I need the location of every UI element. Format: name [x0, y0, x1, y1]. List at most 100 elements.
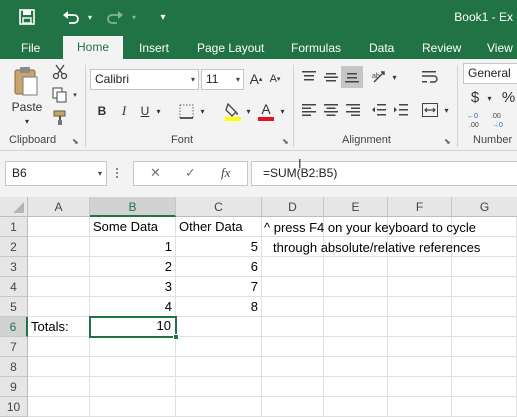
percent-button[interactable]: %	[500, 87, 517, 107]
grid-cell[interactable]	[452, 397, 517, 417]
grid-cell[interactable]	[28, 277, 90, 297]
grid-cell[interactable]	[388, 317, 452, 337]
underline-button[interactable]: U	[137, 102, 153, 120]
row-header-7[interactable]: 7	[0, 337, 28, 357]
grid-cell[interactable]	[324, 337, 388, 357]
column-header-a[interactable]: A	[28, 197, 90, 217]
customize-toolbar-icon[interactable]: ▾	[156, 7, 170, 27]
grow-font-button[interactable]: A ▴	[248, 69, 264, 89]
font-name-combo[interactable]: Calibri ▾	[90, 69, 199, 90]
grid-cell[interactable]	[176, 317, 262, 337]
tab-file[interactable]: File	[21, 38, 40, 59]
merge-center-dropdown-icon[interactable]: ▾	[442, 103, 451, 117]
tab-data[interactable]: Data	[369, 38, 394, 59]
increase-indent-icon[interactable]	[391, 101, 411, 119]
undo-icon[interactable]	[60, 7, 82, 27]
currency-button[interactable]: $	[467, 87, 483, 107]
cell-a6[interactable]: Totals:	[28, 317, 90, 337]
undo-dropdown-icon[interactable]: ▾	[84, 7, 96, 27]
cell-c4[interactable]: 7	[176, 277, 262, 297]
redo-dropdown-icon[interactable]: ▾	[128, 7, 140, 27]
grid-cell[interactable]	[262, 317, 324, 337]
grid-cell[interactable]	[28, 237, 90, 257]
tab-review[interactable]: Review	[422, 38, 461, 59]
copy-dropdown-icon[interactable]: ▾	[71, 89, 79, 101]
grid-cell[interactable]	[452, 257, 517, 277]
fill-handle[interactable]	[173, 334, 179, 340]
cell-b2[interactable]: 1	[90, 237, 176, 257]
column-header-g[interactable]: G	[452, 197, 517, 217]
underline-dropdown-icon[interactable]: ▾	[154, 103, 163, 119]
grid-cell[interactable]	[262, 257, 324, 277]
grid-cell[interactable]	[262, 357, 324, 377]
middle-align-icon[interactable]	[321, 68, 341, 86]
grid-cell[interactable]	[28, 217, 90, 237]
grid-cell[interactable]	[28, 297, 90, 317]
alignment-launcher-icon[interactable]: ⬊	[444, 137, 451, 146]
grid-cell[interactable]	[324, 277, 388, 297]
grid-cell[interactable]	[388, 257, 452, 277]
column-header-f[interactable]: F	[388, 197, 452, 217]
insert-function-icon[interactable]: fx	[221, 165, 230, 181]
font-color-button[interactable]: A	[256, 99, 276, 123]
grid-cell[interactable]	[262, 297, 324, 317]
grid-cell[interactable]	[452, 357, 517, 377]
row-header-4[interactable]: 4	[0, 277, 28, 297]
grid-cell[interactable]	[452, 277, 517, 297]
grid-cell[interactable]	[324, 257, 388, 277]
grid-cell[interactable]	[324, 357, 388, 377]
grid-cell[interactable]	[90, 377, 176, 397]
grid-cell[interactable]	[28, 357, 90, 377]
font-color-dropdown-icon[interactable]: ▾	[278, 103, 287, 119]
paste-button[interactable]: Paste	[9, 100, 45, 114]
column-header-e[interactable]: E	[324, 197, 388, 217]
paste-dropdown-icon[interactable]: ▾	[18, 116, 36, 126]
row-header-10[interactable]: 10	[0, 397, 28, 417]
grid-cell[interactable]	[452, 377, 517, 397]
tab-view[interactable]: View	[487, 38, 513, 59]
decrease-decimal-icon[interactable]: .00 →0	[489, 110, 509, 130]
cell-c5[interactable]: 8	[176, 297, 262, 317]
grid-cell[interactable]	[28, 397, 90, 417]
grid-cell[interactable]	[262, 277, 324, 297]
row-header-1[interactable]: 1	[0, 217, 28, 237]
grid-cell[interactable]	[90, 357, 176, 377]
grid-cell[interactable]	[452, 317, 517, 337]
bottom-align-icon[interactable]	[341, 66, 363, 88]
resize-handle-icon[interactable]	[116, 166, 119, 182]
grid-cell[interactable]	[90, 397, 176, 417]
fill-color-dropdown-icon[interactable]: ▾	[244, 103, 253, 119]
grid-cell[interactable]	[28, 377, 90, 397]
cell-b1[interactable]: Some Data	[90, 217, 176, 237]
cell-b3[interactable]: 2	[90, 257, 176, 277]
tab-insert[interactable]: Insert	[139, 38, 169, 59]
tab-page-layout[interactable]: Page Layout	[197, 38, 264, 59]
formula-input[interactable]: =SUM(B2:B5)	[251, 161, 517, 186]
grid-cell[interactable]	[176, 357, 262, 377]
borders-icon[interactable]	[176, 101, 196, 121]
grid-cell[interactable]	[452, 337, 517, 357]
cell-c2[interactable]: 5	[176, 237, 262, 257]
grid-cell[interactable]	[262, 397, 324, 417]
clipboard-launcher-icon[interactable]: ⬊	[72, 137, 79, 146]
row-header-8[interactable]: 8	[0, 357, 28, 377]
grid-cell[interactable]	[262, 337, 324, 357]
fill-color-icon[interactable]	[222, 99, 244, 123]
currency-dropdown-icon[interactable]: ▾	[485, 91, 494, 105]
grid-cell[interactable]	[324, 397, 388, 417]
row-header-3[interactable]: 3	[0, 257, 28, 277]
orientation-dropdown-icon[interactable]: ▾	[390, 70, 399, 84]
cell-c1[interactable]: Other Data	[176, 217, 262, 237]
cut-icon[interactable]	[50, 63, 70, 81]
paste-icon[interactable]	[10, 64, 42, 98]
name-box-dropdown-icon[interactable]: ▾	[98, 162, 102, 185]
grid-cell[interactable]	[176, 377, 262, 397]
grid-cell[interactable]	[388, 357, 452, 377]
name-box[interactable]: B6 ▾	[5, 161, 107, 186]
bold-button[interactable]: B	[94, 102, 110, 120]
row-header-9[interactable]: 9	[0, 377, 28, 397]
format-painter-icon[interactable]	[50, 109, 70, 127]
column-header-b[interactable]: B	[90, 197, 176, 217]
grid-cell[interactable]	[324, 317, 388, 337]
grid-cell[interactable]	[388, 397, 452, 417]
